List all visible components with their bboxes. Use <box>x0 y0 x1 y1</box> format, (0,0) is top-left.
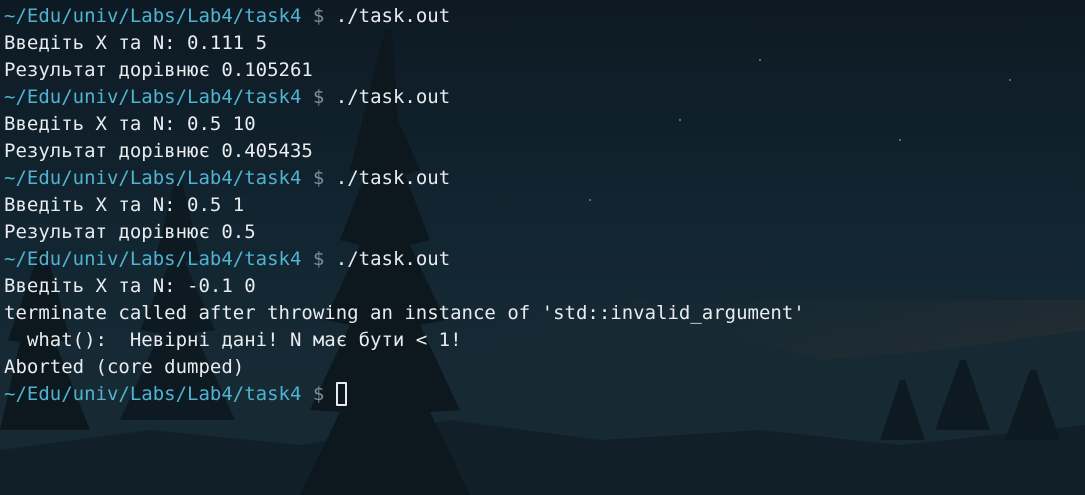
prompt-path: ~/Edu/univ/Labs/Lab4/task4 <box>4 86 302 108</box>
prompt-line: ~/Edu/univ/Labs/Lab4/task4 $ ./task.out <box>4 246 1085 273</box>
output-line: Результат дорівнює 0.405435 <box>4 140 313 162</box>
output-line: Введіть X та N: -0.1 0 <box>4 275 256 297</box>
prompt-line: ~/Edu/univ/Labs/Lab4/task4 $ ./task.out <box>4 84 1085 111</box>
output-line: Результат дорівнює 0.105261 <box>4 59 313 81</box>
output-line: terminate called after throwing an insta… <box>4 302 805 324</box>
prompt-path: ~/Edu/univ/Labs/Lab4/task4 <box>4 248 302 270</box>
prompt-path: ~/Edu/univ/Labs/Lab4/task4 <box>4 167 302 189</box>
prompt-symbol: $ <box>301 86 336 108</box>
terminal-output[interactable]: ~/Edu/univ/Labs/Lab4/task4 $ ./task.out В… <box>4 3 1085 495</box>
output-line: Введіть X та N: 0.5 1 <box>4 194 245 216</box>
prompt-line: ~/Edu/univ/Labs/Lab4/task4 $ <box>4 381 1085 408</box>
prompt-line: ~/Edu/univ/Labs/Lab4/task4 $ ./task.out <box>4 3 1085 30</box>
prompt-line: ~/Edu/univ/Labs/Lab4/task4 $ ./task.out <box>4 165 1085 192</box>
prompt-path: ~/Edu/univ/Labs/Lab4/task4 <box>4 5 302 27</box>
command-text: ./task.out <box>335 248 451 270</box>
prompt-path: ~/Edu/univ/Labs/Lab4/task4 <box>4 383 302 405</box>
prompt-symbol: $ <box>301 248 336 270</box>
text-cursor[interactable] <box>335 382 347 406</box>
prompt-symbol: $ <box>301 5 336 27</box>
output-line: Результат дорівнює 0.5 <box>4 221 256 243</box>
command-text: ./task.out <box>335 86 451 108</box>
output-line: Введіть X та N: 0.111 5 <box>4 32 268 54</box>
command-text: ./task.out <box>335 5 451 27</box>
command-text: ./task.out <box>335 167 451 189</box>
output-line: Введіть X та N: 0.5 10 <box>4 113 256 135</box>
output-line: Aborted (core dumped) <box>4 356 245 378</box>
prompt-symbol: $ <box>301 167 336 189</box>
prompt-symbol: $ <box>301 383 336 405</box>
output-line: what(): Невірні дані! N має бути < 1! <box>4 329 462 351</box>
